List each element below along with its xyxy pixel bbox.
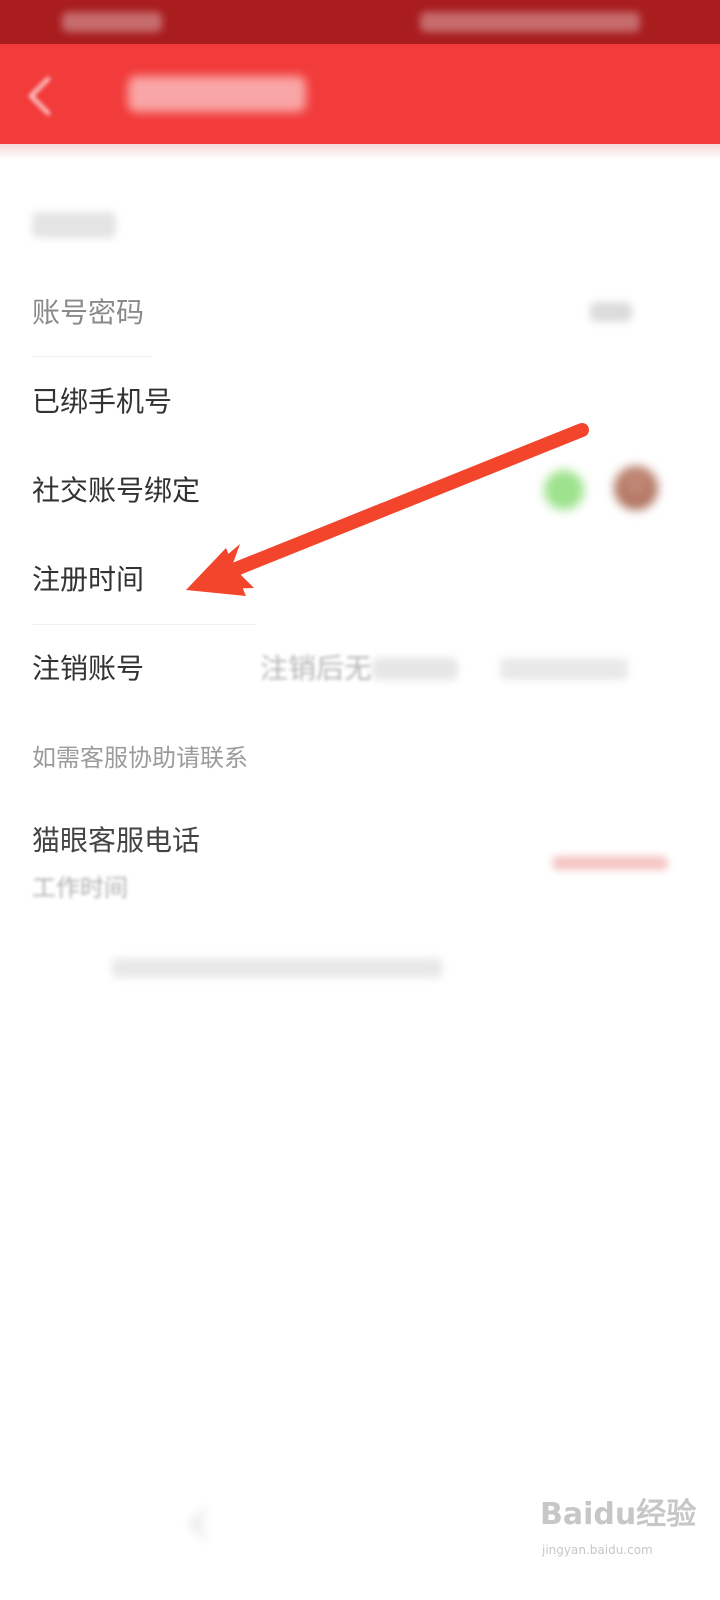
cancel-account-hint: 注销后无 (260, 652, 373, 685)
footer-note (112, 958, 442, 978)
arrow-annotation-icon (186, 423, 589, 596)
cancel-account-label[interactable]: 注销账号 (32, 655, 144, 683)
hotline-label: 猫眼客服电话 (32, 824, 201, 857)
divider (32, 356, 152, 357)
watermark-url: jingyan.baidu.com (542, 1543, 653, 1557)
register-time-label[interactable]: 注册时间 (32, 566, 144, 594)
work-hours-label: 工作时间 (32, 874, 128, 902)
app-bar-shadow (0, 144, 720, 160)
account-password-label[interactable]: 账号密码 (32, 299, 144, 327)
wechat-icon[interactable] (544, 470, 584, 510)
back-nav-icon[interactable] (189, 1509, 219, 1539)
status-bar (0, 0, 720, 44)
account-password-value (590, 302, 632, 322)
support-hint: 如需客服协助请联系 (32, 744, 248, 772)
account-settings-screen: 账号密码 已绑手机号 社交账号绑定 注册时间 注销账号 注销后无 如需客服协助请… (0, 0, 720, 1600)
baidu-watermark: Baidu经验 jingyan.baidu.com (540, 1488, 710, 1592)
cancel-account-status (500, 658, 628, 680)
section-header (32, 212, 116, 238)
hotline-number[interactable] (552, 856, 668, 870)
bound-phone-label[interactable]: 已绑手机号 (32, 388, 172, 416)
page-title (128, 76, 306, 112)
status-time (62, 12, 162, 32)
cancel-account-hint-blur (372, 658, 458, 680)
status-indicators (420, 12, 640, 32)
app-bar (0, 44, 720, 144)
divider (32, 624, 256, 625)
avatar[interactable] (614, 466, 658, 510)
social-binding-label[interactable]: 社交账号绑定 (32, 477, 200, 505)
watermark-brand: Baidu经验 (540, 1497, 697, 1532)
